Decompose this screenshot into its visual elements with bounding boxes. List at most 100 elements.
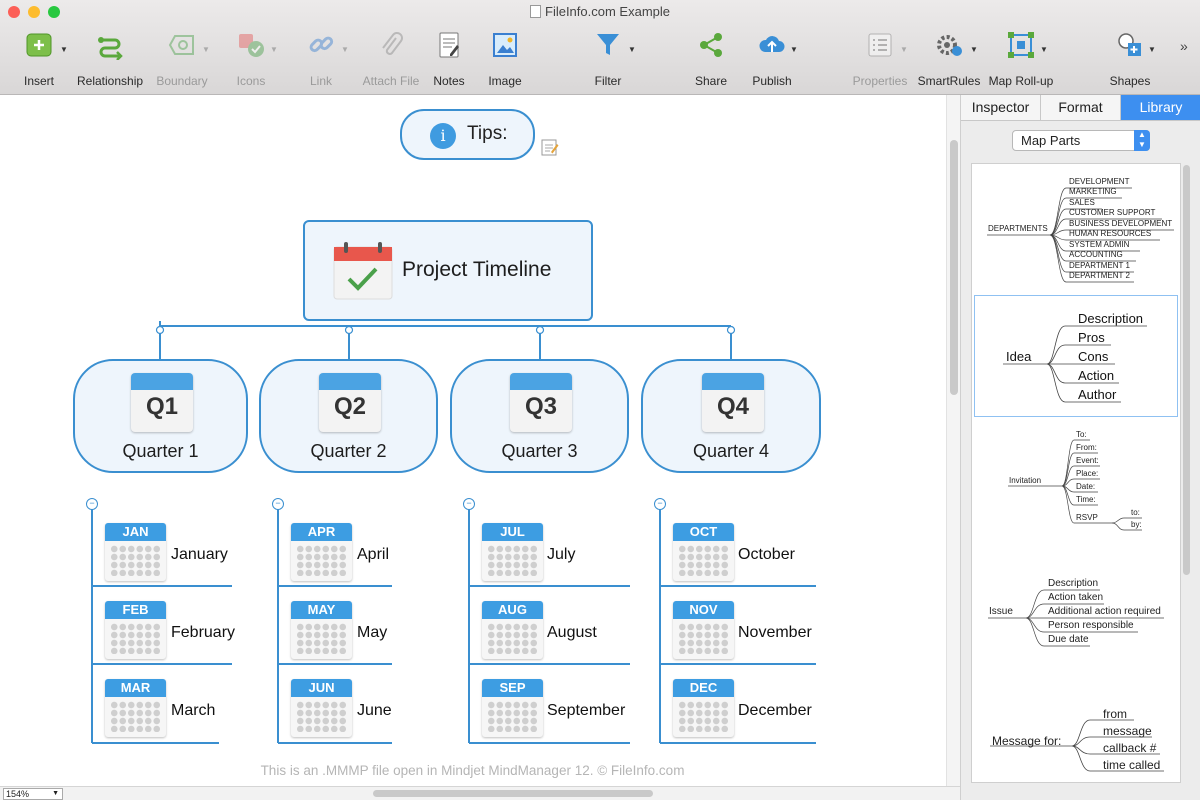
calendar-grid [296,545,347,576]
relationship-label: Relationship [77,74,144,88]
filter-dropdown-icon[interactable]: ▼ [628,45,636,54]
issue-child: Due date [1048,634,1089,645]
publish-label: Publish [752,74,792,88]
insert-dropdown-icon[interactable]: ▼ [60,45,68,54]
library-scroll-thumb[interactable] [1183,165,1190,575]
idea-root: Idea [1006,349,1032,364]
shapes-label: Shapes [1109,74,1151,88]
side-panel: Inspector Format Library Map Parts ▲ ▼ DE… [960,95,1200,800]
month-august[interactable]: August [547,624,597,642]
message-child: callback # [1103,741,1157,755]
tips-topic[interactable]: i Tips: [400,109,535,160]
library-item-idea[interactable]: Idea Description Pros Cons Action Author [974,295,1178,417]
invitation-child: Place: [1076,469,1099,478]
q2-badge-label: Q2 [333,393,366,420]
filter-button[interactable]: Filter [586,30,630,92]
calendar-check-icon [333,242,393,300]
month-july[interactable]: July [547,546,575,564]
jun-calendar-icon: JUN [291,679,352,737]
toolbar-overflow-button[interactable]: » [1180,38,1188,54]
month-november[interactable]: November [738,624,812,642]
boundary-label: Boundary [156,74,208,88]
collapse-quarter-1-button[interactable]: − [86,498,98,510]
boundary-dropdown-icon[interactable]: ▼ [202,45,210,54]
message-root: Message for: [992,734,1062,748]
boundary-button[interactable]: Boundary [153,30,211,92]
departments-root: DEPARTMENTS [988,224,1048,233]
tab-library[interactable]: Library [1121,95,1200,121]
shapes-button[interactable]: Shapes [1106,30,1154,92]
collapse-quarter-2-button[interactable]: − [272,498,284,510]
insert-topic-icon [26,33,52,57]
month-march[interactable]: March [171,702,215,720]
jul-abbr: JUL [482,523,543,541]
month-october[interactable]: October [738,546,795,564]
image-button[interactable]: Image [482,30,528,92]
library-item-invitation[interactable]: Invitation To: From: Event: Place: Date:… [972,426,1180,546]
shapes-dropdown-icon[interactable]: ▼ [1148,45,1156,54]
zoom-value: 154% [6,789,30,799]
quarter-3-topic[interactable]: Q3 Quarter 3 [450,359,629,473]
library-item-issue[interactable]: Issue Description Action taken Additiona… [972,576,1180,656]
month-april[interactable]: April [357,546,389,564]
toolbar: FileInfo.com Example Insert ▼ Relationsh… [0,0,1200,95]
quarter-1-topic[interactable]: Q1 Quarter 1 [73,359,248,473]
insert-button[interactable]: Insert [10,30,68,92]
paperclip-icon [382,32,403,55]
publish-button[interactable]: Publish [748,30,796,92]
jan-abbr: JAN [105,523,166,541]
attach-file-button[interactable]: Attach File [358,30,424,92]
map-canvas[interactable]: i Tips: Project Timeline Q1 Quarter 1 Q2… [0,95,945,787]
library-list[interactable]: DEPARTMENTS DEVELOPMENT MARKETING SALES … [971,163,1181,783]
properties-dropdown-icon[interactable]: ▼ [900,45,908,54]
central-topic[interactable]: Project Timeline [303,220,593,321]
icons-button[interactable]: Icons [226,30,276,92]
icons-dropdown-icon[interactable]: ▼ [270,45,278,54]
quarter-3-label: Quarter 3 [501,441,578,461]
month-january[interactable]: January [171,546,228,564]
smartrules-label: SmartRules [917,74,981,88]
canvas-horizontal-scroll-thumb[interactable] [373,790,653,797]
quarter-2-topic[interactable]: Q2 Quarter 2 [259,359,438,473]
link-button[interactable]: Link [298,30,344,92]
smartrules-dropdown-icon[interactable]: ▼ [970,45,978,54]
q2-calendar-icon: Q2 [319,373,381,432]
link-dropdown-icon[interactable]: ▼ [341,45,349,54]
month-september[interactable]: September [547,702,625,720]
zoom-select[interactable]: 154% ▼ [3,788,63,800]
canvas-vertical-scroll-thumb[interactable] [950,140,958,395]
map-rollup-button[interactable]: Map Roll-up [987,30,1055,92]
month-june[interactable]: June [357,702,392,720]
share-button[interactable]: Share [690,30,732,92]
info-icon: i [430,123,456,149]
icons-label: Icons [236,74,266,88]
message-child: message [1103,724,1152,738]
quarter-4-topic[interactable]: Q4 Quarter 4 [641,359,821,473]
apr-calendar-icon: APR [291,523,352,581]
image-label: Image [488,74,522,88]
month-may[interactable]: May [357,624,387,642]
library-category-select[interactable]: Map Parts ▲ ▼ [1012,130,1150,151]
notes-button[interactable]: Notes [428,30,470,92]
idea-child: Action [1078,368,1115,383]
library-item-message[interactable]: Message for: from message callback # tim… [972,704,1180,782]
calendar-grid [296,623,347,654]
invitation-child: Event: [1076,456,1099,465]
library-item-departments[interactable]: DEPARTMENTS DEVELOPMENT MARKETING SALES … [972,164,1180,292]
tab-inspector[interactable]: Inspector [961,95,1041,121]
invitation-rsvp-child: by: [1131,520,1142,529]
canvas-vertical-scrollbar[interactable] [946,95,960,787]
invitation-child: To: [1076,430,1087,439]
month-february[interactable]: February [171,624,235,642]
properties-button[interactable]: Properties [850,30,910,92]
tab-format[interactable]: Format [1041,95,1121,121]
map-rollup-dropdown-icon[interactable]: ▼ [1040,45,1048,54]
collapse-quarter-3-button[interactable]: − [463,498,475,510]
month-december[interactable]: December [738,702,812,720]
topic-notes-icon[interactable] [541,138,559,156]
smartrules-button[interactable]: SmartRules [917,30,981,92]
relationship-button[interactable]: Relationship [77,30,143,92]
collapse-quarter-4-button[interactable]: − [654,498,666,510]
insert-label: Insert [23,74,54,88]
publish-dropdown-icon[interactable]: ▼ [790,45,798,54]
